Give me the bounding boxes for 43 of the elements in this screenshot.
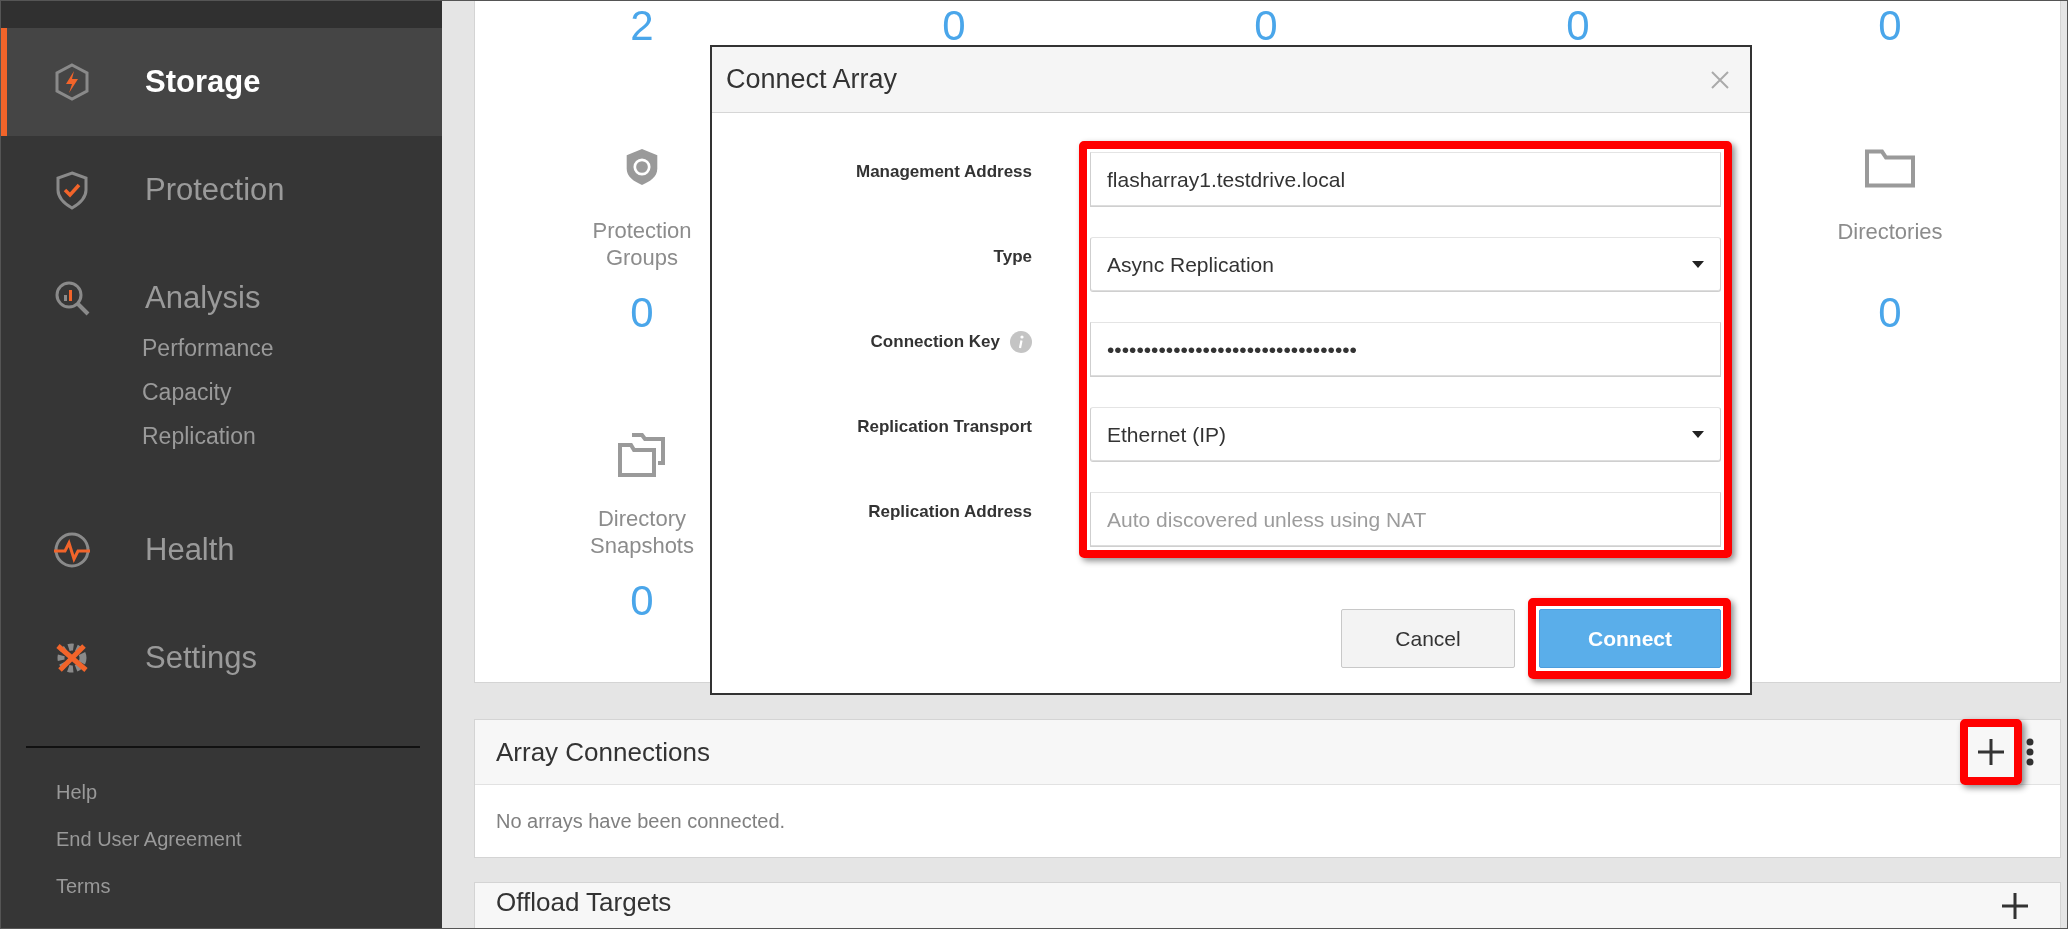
select-field[interactable]: Async Replication	[1090, 237, 1721, 292]
field-label: Replication Transport	[857, 417, 1032, 437]
count-value: 0	[630, 579, 654, 623]
count-value: 0	[1254, 1, 1278, 51]
count-value: 0	[1878, 1, 1902, 51]
footer-link[interactable]: Help	[56, 769, 98, 816]
footer-link[interactable]: Terms	[56, 863, 111, 910]
count-value: 2	[630, 1, 654, 51]
input-field[interactable]: flasharray1.testdrive.local	[1090, 152, 1721, 207]
tile-label: Directory Snapshots	[589, 505, 695, 559]
panel-title: Offload Targets	[496, 887, 672, 918]
caret-icon	[1692, 431, 1704, 438]
count-value: 0	[630, 291, 654, 335]
count-value: 0	[942, 1, 966, 51]
empty-message: No arrays have been connected.	[496, 809, 786, 833]
select-field[interactable]: Ethernet (IP)	[1090, 407, 1721, 462]
count-value: 0	[1566, 1, 1590, 51]
field-label: Connection Key	[870, 332, 1000, 352]
caret-icon	[1692, 261, 1704, 268]
input-field[interactable]: Auto discovered unless using NAT	[1090, 492, 1721, 547]
dialog-title: Connect Array	[726, 64, 898, 95]
plus-icon	[2000, 891, 2030, 921]
pulse-icon	[52, 530, 92, 570]
panel-title: Array Connections	[496, 736, 710, 768]
nav-item[interactable]: Storage	[1, 28, 442, 136]
cancel-button[interactable]: Cancel	[1341, 609, 1515, 668]
nav-subitem[interactable]: Capacity	[142, 370, 232, 414]
field-label: Replication Address	[868, 502, 1032, 522]
footer-link[interactable]: End User Agreement	[56, 816, 242, 863]
nav-item[interactable]: Health	[1, 496, 442, 604]
field-label: Management Address	[855, 162, 1032, 182]
nav-item[interactable]: Protection	[1, 136, 442, 244]
input-field[interactable]: ••••••••••••••••••••••••••••••••••	[1090, 322, 1721, 377]
plus-icon	[1976, 737, 2006, 767]
kebab-menu-icon[interactable]	[2026, 737, 2034, 767]
folders-icon	[616, 431, 668, 479]
field-label: Type	[993, 247, 1032, 267]
connect-button[interactable]: Connect	[1539, 609, 1721, 668]
nav-item[interactable]: Settings	[1, 604, 442, 712]
count-value: 0	[1878, 291, 1902, 335]
tile-label: Directories	[1836, 218, 1944, 247]
nav-subitem[interactable]: Replication	[142, 414, 256, 458]
tile-label: Protection Groups	[591, 217, 693, 271]
